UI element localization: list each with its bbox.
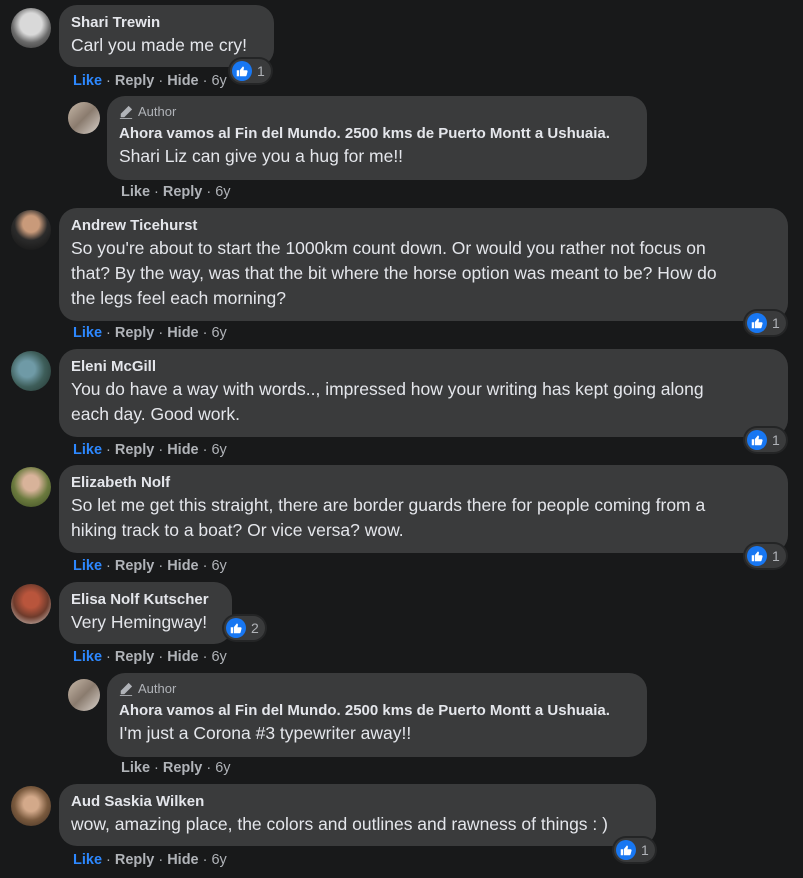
comment-bubble: Author Ahora vamos al Fin del Mundo. 250…: [107, 96, 647, 180]
comment-actions: Like · Reply · Hide · 6y: [73, 442, 227, 458]
comment-text: Very Hemingway!: [71, 612, 208, 632]
like-button[interactable]: Like: [121, 760, 150, 776]
avatar[interactable]: [11, 584, 51, 624]
comment-text-line: that? By the way, was that the bit where…: [71, 263, 717, 283]
reply-button[interactable]: Reply: [115, 649, 155, 665]
hide-button[interactable]: Hide: [167, 649, 198, 665]
reaction-count: 1: [772, 548, 780, 564]
like-button[interactable]: Like: [73, 73, 102, 89]
reaction-summary[interactable]: 1: [745, 428, 786, 452]
reply-button[interactable]: Reply: [115, 558, 155, 574]
author-label: Author: [138, 104, 177, 119]
commenter-name[interactable]: Ahora vamos al Fin del Mundo. 2500 kms d…: [119, 701, 635, 721]
like-icon: [232, 61, 252, 81]
commenter-name[interactable]: Ahora vamos al Fin del Mundo. 2500 kms d…: [119, 124, 635, 144]
avatar[interactable]: [11, 8, 51, 48]
comment-actions: Like · Reply · Hide · 6y: [73, 73, 227, 89]
hide-button[interactable]: Hide: [167, 73, 198, 89]
comment-actions: Like · Reply · 6y: [121, 760, 231, 776]
reaction-count: 1: [257, 63, 265, 79]
comment-text: Shari Liz can give you a hug for me!!: [119, 146, 404, 166]
timestamp[interactable]: 6y: [211, 325, 226, 341]
author-badge: Author: [119, 681, 635, 697]
commenter-name[interactable]: Shari Trewin: [71, 13, 262, 33]
reply-button[interactable]: Reply: [115, 442, 155, 458]
reaction-summary[interactable]: 1: [745, 311, 786, 335]
pencil-icon: [119, 105, 133, 119]
avatar[interactable]: [11, 467, 51, 507]
reply-button[interactable]: Reply: [163, 184, 203, 200]
hide-button[interactable]: Hide: [167, 442, 198, 458]
like-icon: [747, 546, 767, 566]
commenter-name[interactable]: Elizabeth Nolf: [71, 473, 776, 493]
like-button[interactable]: Like: [73, 442, 102, 458]
timestamp[interactable]: 6y: [211, 442, 226, 458]
comment-text: I'm just a Corona #3 typewriter away!!: [119, 723, 412, 743]
timestamp[interactable]: 6y: [215, 760, 230, 776]
comment-bubble: Elizabeth Nolf So let me get this straig…: [59, 465, 788, 553]
comment-text-line: hiking track to a boat? Or vice versa? w…: [71, 520, 404, 540]
commenter-name[interactable]: Aud Saskia Wilken: [71, 792, 644, 812]
comment-bubble: Eleni McGill You do have a way with word…: [59, 349, 788, 437]
timestamp[interactable]: 6y: [211, 558, 226, 574]
comment-bubble: Aud Saskia Wilken wow, amazing place, th…: [59, 784, 656, 846]
commenter-name[interactable]: Andrew Ticehurst: [71, 216, 776, 236]
timestamp[interactable]: 6y: [215, 184, 230, 200]
like-icon: [226, 618, 246, 638]
timestamp[interactable]: 6y: [211, 73, 226, 89]
comment-bubble: Andrew Ticehurst So you're about to star…: [59, 208, 788, 321]
author-badge: Author: [119, 104, 635, 120]
avatar[interactable]: [11, 210, 51, 250]
reply-button[interactable]: Reply: [115, 325, 155, 341]
comment-bubble: Author Ahora vamos al Fin del Mundo. 250…: [107, 673, 647, 757]
comment-bubble: Shari Trewin Carl you made me cry!: [59, 5, 274, 67]
timestamp[interactable]: 6y: [211, 649, 226, 665]
like-button[interactable]: Like: [121, 184, 150, 200]
timestamp[interactable]: 6y: [211, 852, 226, 868]
reaction-summary[interactable]: 1: [614, 838, 655, 862]
hide-button[interactable]: Hide: [167, 852, 198, 868]
comment-actions: Like · Reply · Hide · 6y: [73, 558, 227, 574]
commenter-name[interactable]: Elisa Nolf Kutscher: [71, 590, 220, 610]
like-button[interactable]: Like: [73, 852, 102, 868]
comment-text-line: You do have a way with words.., impresse…: [71, 379, 704, 399]
pencil-icon: [119, 682, 133, 696]
comment-text: wow, amazing place, the colors and outli…: [71, 814, 608, 834]
comment-text-line: the legs feel each morning?: [71, 288, 286, 308]
comment-actions: Like · Reply · Hide · 6y: [73, 852, 227, 868]
avatar[interactable]: [68, 679, 100, 711]
avatar[interactable]: [11, 786, 51, 826]
comment-text-line: So you're about to start the 1000km coun…: [71, 238, 706, 258]
avatar[interactable]: [11, 351, 51, 391]
like-icon: [616, 840, 636, 860]
author-label: Author: [138, 681, 177, 696]
reaction-summary[interactable]: 1: [745, 544, 786, 568]
reply-button[interactable]: Reply: [115, 73, 155, 89]
reaction-summary[interactable]: 1: [230, 59, 271, 83]
like-button[interactable]: Like: [73, 649, 102, 665]
comment-actions: Like · Reply · 6y: [121, 184, 231, 200]
commenter-name[interactable]: Eleni McGill: [71, 357, 776, 377]
hide-button[interactable]: Hide: [167, 558, 198, 574]
comment-text-line: So let me get this straight, there are b…: [71, 495, 706, 515]
hide-button[interactable]: Hide: [167, 325, 198, 341]
reaction-count: 1: [641, 842, 649, 858]
like-icon: [747, 313, 767, 333]
avatar[interactable]: [68, 102, 100, 134]
reaction-count: 1: [772, 315, 780, 331]
reply-button[interactable]: Reply: [163, 760, 203, 776]
like-icon: [747, 430, 767, 450]
reaction-count: 1: [772, 432, 780, 448]
reply-button[interactable]: Reply: [115, 852, 155, 868]
comment-actions: Like · Reply · Hide · 6y: [73, 649, 227, 665]
reaction-summary[interactable]: 2: [224, 616, 265, 640]
reaction-count: 2: [251, 620, 259, 636]
comment-text-line: each day. Good work.: [71, 404, 240, 424]
comment-text: Carl you made me cry!: [71, 35, 248, 55]
comment-actions: Like · Reply · Hide · 6y: [73, 325, 227, 341]
like-button[interactable]: Like: [73, 558, 102, 574]
comment-bubble: Elisa Nolf Kutscher Very Hemingway!: [59, 582, 232, 644]
like-button[interactable]: Like: [73, 325, 102, 341]
